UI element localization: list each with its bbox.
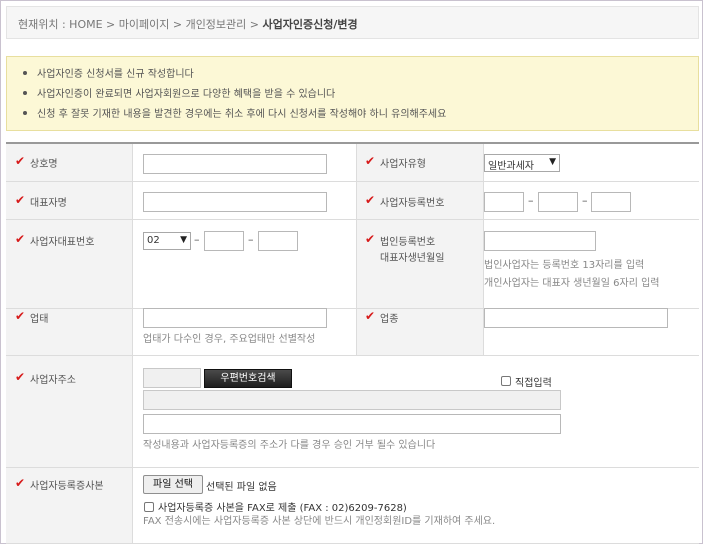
- corp-no-help: 법인사업자는 등록번호 13자리를 입력: [484, 260, 645, 271]
- required-check-icon: ✔: [365, 232, 376, 246]
- phone-last-input[interactable]: [258, 231, 298, 251]
- biz-reg-no-part1-input[interactable]: [484, 192, 524, 212]
- separator: –: [528, 194, 534, 207]
- bullet-icon: [23, 91, 27, 95]
- notice-item: 사업자인증이 완료되면 사업자회원으로 다양한 혜택을 받을 수 있습니다: [23, 85, 698, 105]
- separator: –: [194, 233, 200, 246]
- business-item-input[interactable]: [484, 308, 668, 328]
- separator: –: [248, 233, 254, 246]
- breadcrumb-current: 사업자인증신청/변경: [262, 18, 358, 31]
- zipcode-search-button[interactable]: 우편번호검색: [204, 369, 292, 388]
- required-check-icon: ✔: [15, 232, 26, 246]
- direct-input-checkbox[interactable]: [501, 376, 511, 386]
- required-check-icon: ✔: [15, 309, 26, 323]
- fax-help: FAX 전송시에는 사업자등록증 사본 상단에 반드시 개인정회원ID를 기재하…: [143, 516, 496, 527]
- business-category-label: 업태: [30, 314, 49, 325]
- fax-submit-label: 사업자등록증 사본을 FAX로 제출 (FAX : 02)6209-7628): [158, 503, 407, 514]
- required-check-icon: ✔: [15, 476, 26, 490]
- business-item-label: 업종: [380, 314, 399, 325]
- bullet-icon: [23, 71, 27, 75]
- ceo-birth-help: 개인사업자는 대표자 생년월일 6자리 입력: [484, 278, 660, 289]
- notice-box: 사업자인증 신청서를 신규 작성합니다 사업자인증이 완료되면 사업자회원으로 …: [6, 56, 699, 131]
- required-check-icon: ✔: [365, 309, 376, 323]
- ceo-name-input[interactable]: [143, 192, 327, 212]
- breadcrumb: 현재위치 : HOME > 마이페이지 > 개인정보관리 > 사업자인증신청/변…: [6, 6, 699, 39]
- direct-input-label: 직접입력: [515, 378, 552, 389]
- separator: –: [582, 194, 588, 207]
- notice-item: 신청 후 잘못 기재한 내용을 발견한 경우에는 취소 후에 다시 신청서를 작…: [23, 105, 698, 125]
- address-line1-input[interactable]: [143, 390, 561, 410]
- file-status: 선택된 파일 없음: [206, 482, 277, 493]
- corp-no-label: 법인등록번호: [380, 237, 436, 248]
- area-code-select[interactable]: 02 ▼: [143, 232, 191, 250]
- required-check-icon: ✔: [365, 193, 376, 207]
- required-check-icon: ✔: [15, 370, 26, 384]
- reg-copy-label: 사업자등록증사본: [30, 481, 104, 492]
- rep-phone-label: 사업자대표번호: [30, 237, 95, 248]
- address-label: 사업자주소: [30, 375, 76, 386]
- biz-reg-no-label: 사업자등록번호: [380, 198, 445, 209]
- required-check-icon: ✔: [15, 193, 26, 207]
- label-column-right-mid: [356, 308, 484, 355]
- chevron-down-icon: ▼: [549, 157, 556, 167]
- phone-middle-input[interactable]: [204, 231, 244, 251]
- required-check-icon: ✔: [15, 154, 26, 168]
- business-category-input[interactable]: [143, 308, 327, 328]
- company-name-label: 상호명: [30, 159, 58, 170]
- zipcode-input[interactable]: [143, 368, 201, 388]
- notice-item: 사업자인증 신청서를 신규 작성합니다: [23, 65, 698, 85]
- biz-reg-no-part3-input[interactable]: [591, 192, 631, 212]
- business-category-help: 업태가 다수인 경우, 주요업태만 선별작성: [143, 334, 316, 345]
- required-check-icon: ✔: [365, 154, 376, 168]
- address-help: 작성내용과 사업자등록증의 주소가 다를 경우 승인 거부 될수 있습니다: [143, 440, 436, 451]
- ceo-birth-label: 대표자생년월일: [380, 253, 445, 264]
- ceo-name-label: 대표자명: [30, 198, 67, 209]
- biz-reg-no-part2-input[interactable]: [538, 192, 578, 212]
- chevron-down-icon: ▼: [180, 235, 187, 245]
- business-type-select[interactable]: 일반과세자 ▼: [484, 154, 560, 172]
- fax-submit-checkbox[interactable]: [144, 502, 154, 512]
- file-select-button[interactable]: 파일 선택: [143, 475, 203, 494]
- bullet-icon: [23, 111, 27, 115]
- address-line2-input[interactable]: [143, 414, 561, 434]
- business-type-label: 사업자유형: [380, 159, 426, 170]
- corp-no-input[interactable]: [484, 231, 596, 251]
- company-name-input[interactable]: [143, 154, 327, 174]
- breadcrumb-path: 현재위치 : HOME > 마이페이지 > 개인정보관리 >: [18, 18, 263, 31]
- business-auth-form: ✔ 상호명 ✔ 사업자유형 일반과세자 ▼ ✔ 대표자명 ✔ 사업자등록번호 – …: [6, 142, 699, 546]
